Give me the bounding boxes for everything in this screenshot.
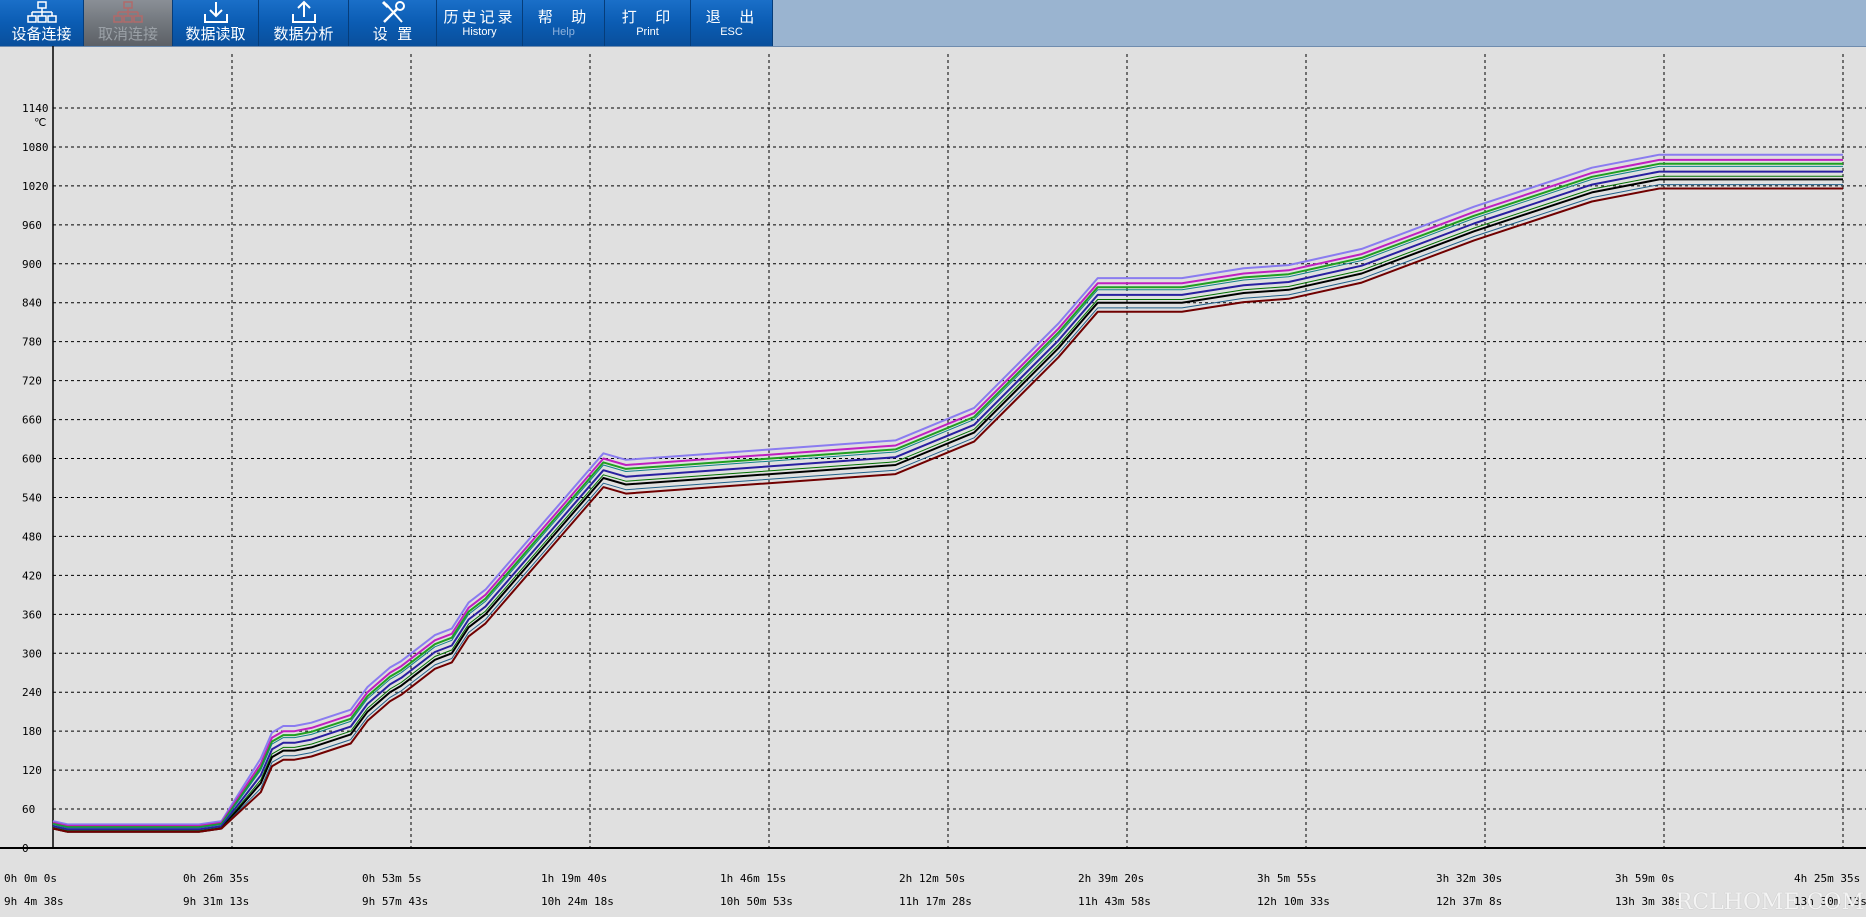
disconnect-device-label: 取消连接: [97, 25, 158, 43]
data-analysis-label: 数据分析: [273, 25, 334, 43]
x-tick-clock-label: 11h 43m 58s: [1078, 895, 1151, 908]
x-tick-elapsed-label: 4h 25m 35s: [1794, 872, 1860, 885]
x-tick-elapsed-label: 2h 39m 20s: [1078, 872, 1144, 885]
x-tick-elapsed-label: 1h 19m 40s: [541, 872, 607, 885]
x-tick-elapsed-label: 3h 32m 30s: [1436, 872, 1502, 885]
y-tick-label: 60: [22, 803, 35, 816]
print-button[interactable]: 打 印 Print: [605, 0, 691, 46]
history-sublabel: History: [462, 25, 497, 38]
help-label: 帮 助: [537, 7, 590, 26]
history-button[interactable]: 历史记录 History: [437, 0, 523, 46]
help-sublabel: Help: [552, 25, 575, 38]
tools-icon: [381, 0, 405, 23]
y-tick-label: 180: [22, 725, 42, 738]
x-tick-clock-label: 10h 50m 53s: [720, 895, 793, 908]
read-data-button[interactable]: 数据读取: [173, 0, 259, 46]
chart-labels: 0 60 120 180 240 300 360 420 480 540 600 660 720 780 8…: [4, 102, 1866, 908]
x-tick-clock-label: 10h 24m 18s: [541, 895, 614, 908]
y-tick-label: 960: [22, 219, 42, 232]
y-tick-label: 480: [22, 530, 42, 543]
esc-button[interactable]: 退 出 ESC: [691, 0, 773, 46]
y-tick-label: 240: [22, 686, 42, 699]
settings-label: 设 置: [372, 25, 413, 43]
x-tick-elapsed-label: 0h 26m 35s: [183, 872, 249, 885]
read-data-label: 数据读取: [185, 25, 246, 43]
y-tick-label: 300: [22, 647, 42, 660]
disconnect-device-button[interactable]: 取消连接: [84, 0, 173, 46]
y-tick-label: 900: [22, 258, 42, 271]
y-tick-label: 600: [22, 453, 42, 466]
esc-sublabel: ESC: [720, 25, 743, 38]
network-icon: [113, 1, 143, 23]
data-analysis-button[interactable]: 数据分析: [259, 0, 349, 46]
x-tick-clock-label: 9h 4m 38s: [4, 895, 64, 908]
y-tick-label: 0: [22, 842, 29, 855]
y-tick-label: 1080: [22, 141, 49, 154]
toolbar: 设备连接 取消连接 数据读取 数据分析 设 置 历史记录 History 帮 助…: [0, 0, 1866, 47]
print-sublabel: Print: [636, 25, 659, 38]
y-tick-label: 1140: [22, 102, 49, 115]
y-tick-label: 120: [22, 764, 42, 777]
y-tick-label: 360: [22, 608, 42, 621]
x-tick-elapsed-label: 3h 59m 0s: [1615, 872, 1675, 885]
x-tick-clock-label: 13h 3m 38s: [1615, 895, 1681, 908]
x-tick-clock-label: 9h 31m 13s: [183, 895, 249, 908]
x-tick-clock-label: 12h 37m 8s: [1436, 895, 1502, 908]
y-tick-label: 780: [22, 336, 42, 349]
connect-device-button[interactable]: 设备连接: [0, 0, 84, 46]
esc-label: 退 出: [705, 7, 758, 26]
y-tick-label: 660: [22, 414, 42, 427]
help-button[interactable]: 帮 助 Help: [523, 0, 605, 46]
y-tick-label: 720: [22, 375, 42, 388]
y-tick-label: 420: [22, 569, 42, 582]
watermark: RCLHOME.COM: [1675, 890, 1864, 915]
history-label: 历史记录: [443, 7, 516, 26]
temperature-chart[interactable]: 0 60 120 180 240 300 360 420 480 540 600 660 720 780 8…: [0, 46, 1866, 917]
x-tick-elapsed-label: 0h 53m 5s: [362, 872, 422, 885]
connect-device-label: 设备连接: [11, 25, 72, 43]
settings-button[interactable]: 设 置: [349, 0, 437, 46]
x-tick-elapsed-label: 2h 12m 50s: [899, 872, 965, 885]
toolbar-buttons: 设备连接 取消连接 数据读取 数据分析 设 置 历史记录 History 帮 助…: [0, 0, 773, 46]
y-tick-label: 1020: [22, 180, 49, 193]
x-tick-clock-label: 9h 57m 43s: [362, 895, 428, 908]
y-tick-label: 540: [22, 491, 42, 504]
y-tick-label: 840: [22, 297, 42, 310]
download-icon: [203, 2, 228, 23]
upload-icon: [291, 0, 316, 23]
x-tick-clock-label: 11h 17m 28s: [899, 895, 972, 908]
x-tick-clock-label: 12h 10m 33s: [1257, 895, 1330, 908]
x-tick-elapsed-label: 0h 0m 0s: [4, 872, 57, 885]
print-label: 打 印: [621, 7, 674, 26]
y-unit-label: ℃: [34, 116, 46, 129]
network-icon: [26, 1, 57, 23]
x-tick-elapsed-label: 3h 5m 55s: [1257, 872, 1317, 885]
x-tick-elapsed-label: 1h 46m 15s: [720, 872, 786, 885]
